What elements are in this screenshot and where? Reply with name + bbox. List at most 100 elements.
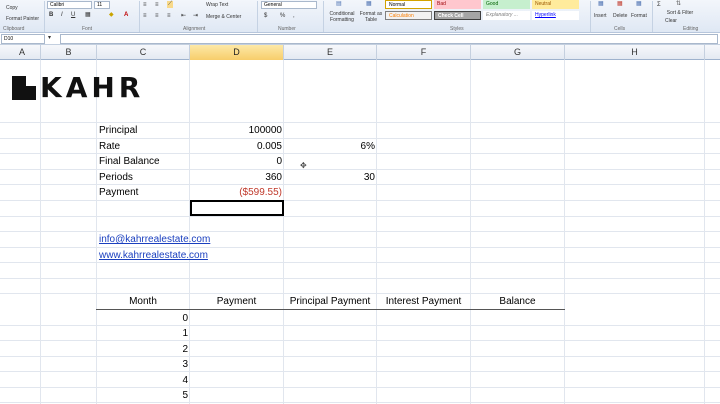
- bold-button[interactable]: B: [49, 12, 53, 19]
- insert-cells-icon[interactable]: ▦: [598, 1, 604, 8]
- table-row-month[interactable]: 2: [97, 342, 188, 357]
- delete-button[interactable]: Delete: [613, 13, 627, 19]
- final-balance-label[interactable]: Final Balance: [99, 154, 160, 169]
- column-header-a[interactable]: A: [4, 45, 41, 60]
- number-format-select[interactable]: General: [261, 1, 317, 9]
- style-normal[interactable]: Normal: [385, 0, 432, 9]
- merge-center-button[interactable]: Merge & Center: [206, 14, 241, 20]
- email-link[interactable]: info@kahrrealestate.com: [99, 232, 210, 247]
- number-group-label: Number: [278, 26, 296, 32]
- orientation-icon[interactable]: ⟋: [167, 1, 174, 8]
- table-header-border: [96, 309, 565, 310]
- wrap-text-button[interactable]: Wrap Text: [206, 2, 228, 8]
- formula-input[interactable]: [60, 34, 718, 44]
- annual-rate-value[interactable]: 6%: [284, 139, 375, 154]
- style-bad[interactable]: Bad: [434, 0, 481, 9]
- table-row-month[interactable]: 3: [97, 357, 188, 372]
- separator: [652, 1, 653, 32]
- table-row-month[interactable]: 0: [97, 311, 188, 326]
- payment-label[interactable]: Payment: [99, 185, 138, 200]
- format-as-table-button[interactable]: Format as Table: [359, 11, 383, 23]
- style-hyperlink[interactable]: Hyperlink: [532, 11, 579, 20]
- decrease-indent-icon[interactable]: ⇤: [181, 13, 186, 20]
- principal-value[interactable]: 100000: [190, 123, 282, 138]
- gridline: [564, 60, 565, 404]
- final-balance-value[interactable]: 0: [190, 154, 282, 169]
- alignment-group-label: Alignment: [183, 26, 206, 32]
- align-middle-icon[interactable]: ≡: [155, 2, 159, 9]
- format-cells-icon[interactable]: ▦: [636, 1, 642, 8]
- font-name-select[interactable]: Calibri: [47, 1, 92, 9]
- column-header-g[interactable]: G: [471, 45, 565, 60]
- conditional-formatting-button[interactable]: Conditional Formatting: [326, 11, 358, 23]
- underline-button[interactable]: U: [71, 12, 75, 19]
- table-row-month[interactable]: 4: [97, 373, 188, 388]
- format-painter-button[interactable]: Format Painter: [6, 16, 39, 22]
- fx-icon[interactable]: ▾: [48, 35, 51, 42]
- table-row-month[interactable]: 1: [97, 326, 188, 341]
- logo-mark: [12, 76, 36, 100]
- clear-button[interactable]: Clear: [665, 18, 677, 24]
- gridline: [0, 278, 720, 279]
- style-explanatory[interactable]: Explanatory ...: [483, 11, 530, 20]
- format-button[interactable]: Format: [631, 13, 647, 19]
- font-color-icon[interactable]: A: [124, 12, 128, 19]
- conditional-formatting-icon[interactable]: ▤: [336, 1, 342, 8]
- style-check-cell[interactable]: Check Cell: [434, 11, 481, 20]
- rate-value[interactable]: 0.005: [190, 139, 282, 154]
- currency-button[interactable]: $: [264, 13, 267, 20]
- separator: [139, 1, 140, 32]
- gridline: [283, 60, 284, 404]
- italic-button[interactable]: I: [61, 12, 63, 19]
- align-top-icon[interactable]: ≡: [143, 2, 147, 9]
- periods-value[interactable]: 360: [190, 170, 282, 185]
- fill-color-icon[interactable]: ◆: [109, 12, 114, 19]
- years-value[interactable]: 30: [284, 170, 375, 185]
- payment-value[interactable]: ($599.55): [190, 185, 282, 200]
- column-header-f[interactable]: F: [377, 45, 471, 60]
- principal-label[interactable]: Principal: [99, 123, 137, 138]
- website-link[interactable]: www.kahrrealestate.com: [99, 248, 208, 263]
- worksheet-grid[interactable]: KAHR Principal 100000 Rate 0.005 6% Fina…: [0, 60, 720, 404]
- separator: [590, 1, 591, 32]
- sort-filter-icon[interactable]: ⇅: [676, 1, 681, 8]
- column-header-c[interactable]: C: [97, 45, 190, 60]
- sort-filter-button[interactable]: Sort & Filter: [665, 10, 695, 16]
- gridline: [376, 60, 377, 404]
- font-group-label: Font: [82, 26, 93, 32]
- table-header-balance[interactable]: Balance: [471, 294, 564, 309]
- style-neutral[interactable]: Neutral: [532, 0, 579, 9]
- mouse-cursor-icon: ✥: [300, 161, 307, 170]
- table-header-payment[interactable]: Payment: [190, 294, 283, 309]
- insert-button[interactable]: Insert: [594, 13, 607, 19]
- style-calculation[interactable]: Calculation: [385, 11, 432, 20]
- percent-button[interactable]: %: [280, 13, 285, 20]
- borders-icon[interactable]: ▦: [85, 12, 91, 19]
- table-row-month[interactable]: 5: [97, 388, 188, 403]
- copy-button[interactable]: Copy: [6, 5, 18, 11]
- table-header-interest-payment[interactable]: Interest Payment: [377, 294, 470, 309]
- align-center-icon[interactable]: ≡: [155, 13, 159, 20]
- autosum-icon[interactable]: Σ: [657, 2, 661, 9]
- comma-button[interactable]: ,: [293, 13, 295, 20]
- align-left-icon[interactable]: ≡: [143, 13, 147, 20]
- formula-bar: D10 ▾: [0, 33, 720, 45]
- font-size-select[interactable]: 11: [94, 1, 110, 9]
- increase-indent-icon[interactable]: ⇥: [193, 13, 198, 20]
- active-cell-d10[interactable]: [190, 200, 284, 216]
- rate-label[interactable]: Rate: [99, 139, 120, 154]
- column-header-d[interactable]: D: [190, 45, 284, 60]
- column-headers: A B C D E F G H: [0, 45, 720, 60]
- column-header-h[interactable]: H: [565, 45, 705, 60]
- table-header-month[interactable]: Month: [97, 294, 189, 309]
- name-box[interactable]: D10: [1, 34, 45, 44]
- align-right-icon[interactable]: ≡: [167, 13, 171, 20]
- delete-cells-icon[interactable]: ▦: [617, 1, 623, 8]
- column-header-b[interactable]: B: [41, 45, 97, 60]
- periods-label[interactable]: Periods: [99, 170, 133, 185]
- table-header-principal-payment[interactable]: Principal Payment: [284, 294, 376, 309]
- clipboard-group-label: Clipboard: [3, 26, 25, 32]
- style-good[interactable]: Good: [483, 0, 530, 9]
- format-as-table-icon[interactable]: ▦: [366, 1, 372, 8]
- column-header-e[interactable]: E: [284, 45, 377, 60]
